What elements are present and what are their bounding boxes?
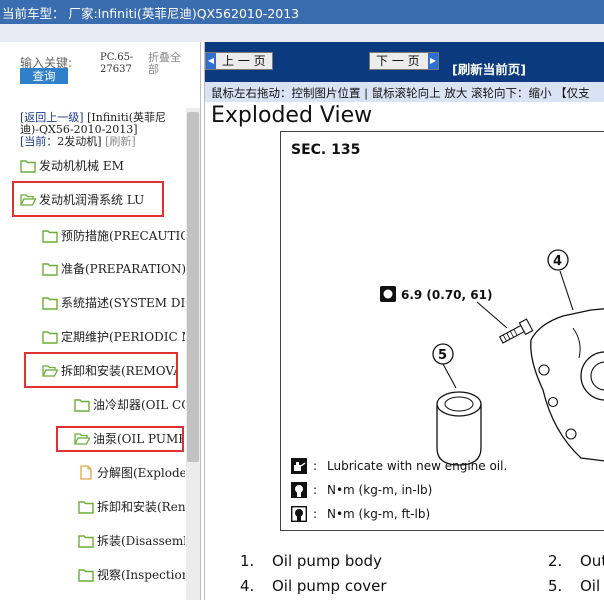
oil-can-icon xyxy=(291,458,307,474)
part-number: 5. xyxy=(548,577,563,595)
fold-all-link[interactable]: 折叠全部 xyxy=(148,52,188,76)
tree-item-label: 拆装(Disassemb xyxy=(97,534,185,548)
part-number: 1. xyxy=(240,552,255,570)
breadcrumb: [返回上一级] [Infiniti(英菲尼迪)-QX56-2010-2013] … xyxy=(20,112,180,148)
arrow-left-icon: ◀ xyxy=(206,53,216,69)
folder-icon xyxy=(42,263,58,276)
search-button[interactable]: 查询 xyxy=(20,68,68,84)
part-name: Oil pump body xyxy=(272,552,382,570)
callout-4: 4 xyxy=(553,254,562,269)
torque-spec: 6.9 (0.70, 61) xyxy=(401,288,492,302)
prev-page-button[interactable]: ◀ 上 一 页 xyxy=(205,52,273,70)
tree-item-system-description[interactable]: 系统描述(SYSTEM DI xyxy=(42,292,185,314)
content-pane: ◀ 上 一 页 下 一 页 ▶ [刷新当前页] 鼠标左右拖动：控制图片位置 | … xyxy=(205,42,604,600)
part-name: Oil pump cover xyxy=(272,577,387,595)
torque-wrench-icon-inner xyxy=(383,289,393,299)
sidebar-scrollbar-thumb[interactable] xyxy=(187,112,199,462)
tree-item-label: 视察(Inspection xyxy=(97,568,185,582)
tree-item-label: 拆卸和安装(Ren xyxy=(97,500,185,514)
toolbar-strip xyxy=(0,24,604,42)
tree-item-label: 定期维护(PERIODIC M xyxy=(61,330,185,344)
window-title-bar: 当前车型： 厂家:Infiniti(英菲尼迪)QX562010-2013 xyxy=(0,0,604,24)
tree-item-label: 系统描述(SYSTEM DI xyxy=(61,296,185,310)
section-number: SEC. 135 xyxy=(291,142,360,158)
part-number: 4. xyxy=(240,577,255,595)
tree-item-label: 准备(PREPARATION) xyxy=(61,262,185,276)
leader-line xyxy=(442,363,457,389)
pc-code: PC.65-27637 xyxy=(100,52,134,75)
legend-colon: : xyxy=(313,459,318,473)
content-toolbar: ◀ 上 一 页 下 一 页 ▶ [刷新当前页] xyxy=(205,42,604,82)
refresh-link[interactable]: [刷新] xyxy=(105,135,136,148)
tree-item-periodic-maintenance[interactable]: 定期维护(PERIODIC M xyxy=(42,326,185,348)
folder-icon xyxy=(20,160,36,173)
tree-item-label: 预防措施(PRECAUTIC xyxy=(61,229,185,243)
legend-text: Lubricate with new engine oil. xyxy=(327,459,508,473)
leader-line xyxy=(476,301,508,329)
window-title: 当前车型： 厂家:Infiniti(英菲尼迪)QX562010-2013 xyxy=(2,6,300,21)
folder-icon xyxy=(78,569,94,582)
hint-text: 鼠标左右拖动：控制图片位置 | 鼠标滚轮向上 放大 滚轮向下：缩小 【仅支 xyxy=(211,86,590,100)
part-item: 4. Oil pump cover xyxy=(240,577,387,595)
callout-5: 5 xyxy=(438,348,447,363)
legend-text: N•m (kg-m, in-lb) xyxy=(327,483,433,497)
tree-item-inspection[interactable]: 视察(Inspection xyxy=(78,564,185,586)
part-number: 2. xyxy=(548,552,563,570)
torque-in-lb-icon xyxy=(291,482,307,498)
page-title: Exploded View xyxy=(211,103,373,128)
folder-icon xyxy=(74,399,90,412)
tree-item-oil-cooler[interactable]: 油冷却器(OIL CO xyxy=(74,394,185,416)
legend-colon: : xyxy=(313,483,318,497)
leader-line xyxy=(559,270,574,311)
current-close: ] xyxy=(97,135,102,148)
highlight-box xyxy=(24,352,178,388)
part-name: Oil xyxy=(580,577,601,595)
legend-colon: : xyxy=(313,507,318,521)
hint-bar: 鼠标左右拖动：控制图片位置 | 鼠标滚轮向上 放大 滚轮向下：缩小 【仅支 xyxy=(205,82,604,102)
torque-ft-lb-icon xyxy=(291,506,307,522)
part-name: Out xyxy=(580,552,604,570)
tree-item-precautions[interactable]: 预防措施(PRECAUTIC xyxy=(42,225,185,247)
folder-icon xyxy=(42,297,58,310)
highlight-box xyxy=(12,181,164,217)
current-value: 2发动机 xyxy=(57,135,98,148)
sidebar: 输入关键: 查询 PC.65-27637 折叠全部 [返回上一级] [Infin… xyxy=(0,42,202,600)
tree-item-exploded-view[interactable]: 分解图(Explode xyxy=(78,462,185,484)
tree-item-disassembly[interactable]: 拆装(Disassemb xyxy=(78,530,185,552)
tree-item-engine-mechanical[interactable]: 发动机机械 EM xyxy=(20,155,185,177)
tree-item-label: 油冷却器(OIL CO xyxy=(93,398,185,412)
highlight-box xyxy=(56,426,184,452)
legend-text: N•m (kg-m, ft-lb) xyxy=(327,507,431,521)
tree-item-label: 发动机机械 EM xyxy=(39,159,124,173)
arrow-right-icon: ▶ xyxy=(428,53,438,69)
tree-item-removal-installation-sub[interactable]: 拆卸和安装(Ren xyxy=(78,496,185,518)
tree-item-preparation[interactable]: 准备(PREPARATION) xyxy=(42,258,185,280)
refresh-page-link[interactable]: [刷新当前页] xyxy=(452,59,526,78)
part-item: 2. Out xyxy=(548,552,604,570)
parts-list: 1. Oil pump body 2. Out 4. Oil pump cover 5… xyxy=(205,547,604,600)
oil-filter-drawing xyxy=(436,391,482,466)
document-icon xyxy=(80,465,92,480)
part-item: 5. Oil xyxy=(548,577,600,595)
folder-icon xyxy=(42,331,58,344)
folder-icon xyxy=(42,230,58,243)
current-label: [当前： xyxy=(20,135,58,148)
tree-item-label: 分解图(Explode xyxy=(97,466,185,480)
bolt-drawing xyxy=(498,318,534,344)
part-item: 1. Oil pump body xyxy=(240,552,382,570)
folder-icon xyxy=(78,501,94,514)
folder-icon xyxy=(78,535,94,548)
next-page-button[interactable]: 下 一 页 ▶ xyxy=(369,52,439,70)
